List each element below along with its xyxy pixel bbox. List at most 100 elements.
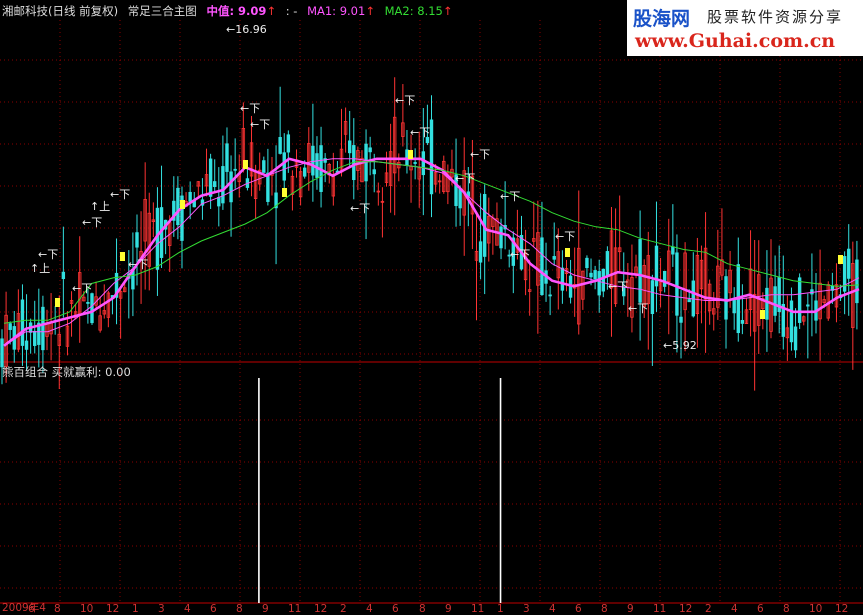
x-tick-label: 4 [549, 603, 556, 615]
candle-body [90, 293, 94, 324]
x-tick-label: 3 [523, 603, 530, 615]
highlight-marker [243, 160, 248, 169]
logo-slogan: 股票软件资源分享 [707, 8, 844, 26]
logo-url: www.Guhai.com.cn [635, 30, 836, 52]
candle-body [540, 237, 544, 296]
candle-body [24, 340, 29, 350]
candle-body [315, 153, 319, 178]
x-tick-label: 8 [601, 603, 608, 615]
candle-body [229, 171, 233, 203]
logo-name: 股海网 [633, 8, 691, 30]
candle-body [266, 172, 270, 202]
candle-body [732, 298, 736, 314]
sub-header: 熊百组合 买就赢利: 0.00 [2, 365, 131, 379]
candle-body [33, 330, 37, 346]
candle-body [806, 304, 810, 307]
x-tick-label: 6 [28, 603, 35, 615]
candle-body [429, 119, 434, 195]
stock-title: 湘邮科技(日线 前复权) [2, 4, 119, 18]
candle-body [61, 271, 66, 280]
logo: 股海网 股票软件资源分享 www.Guhai.com.cn [627, 0, 863, 56]
signal-label: ←下 [455, 172, 475, 185]
x-tick-label: 9 [262, 603, 269, 615]
signal-label: ←下 [110, 188, 130, 201]
signal-label: ←下 [128, 258, 148, 271]
signal-label: ←下 [240, 102, 260, 115]
candle-body [548, 294, 552, 297]
candle-body [347, 140, 352, 154]
signal-label: ←下 [410, 126, 430, 139]
candle-body [855, 259, 859, 304]
candle-body [593, 270, 597, 280]
candle-body [20, 299, 25, 346]
candle-body [282, 152, 286, 181]
signal-up-label: ↑上 [30, 262, 50, 275]
ma1-value: MA1: 9.01↑ [307, 4, 375, 18]
candle-body [221, 166, 225, 204]
x-tick-label: 8 [236, 603, 243, 615]
signal-label: ←下 [38, 248, 58, 261]
candle-body [135, 232, 139, 248]
candle-body [605, 251, 610, 277]
x-tick-label: 11 [288, 603, 302, 615]
candle-body [0, 338, 4, 368]
candle-body [560, 267, 565, 291]
candle-body [797, 277, 802, 323]
signal-label: ←下 [510, 248, 530, 261]
signal-label: ←下 [628, 302, 648, 315]
candle-body [311, 145, 315, 176]
signal-label: ←下 [250, 118, 270, 131]
x-tick-label: 4 [184, 603, 191, 615]
candle-body [213, 181, 217, 187]
signal-label: ←下 [608, 280, 628, 293]
mid-value: 中值: 9.09↑ [206, 4, 277, 18]
signal-marks: ←下←下←下←下←下←下←下←下←下←下←下←下←下←下←下←下←下↑上↑上←1… [30, 23, 843, 352]
x-tick-label: 2 [340, 603, 347, 615]
separator: : - [285, 4, 298, 18]
x-tick-label: 12 [314, 603, 328, 615]
x-tick-label: 4 [366, 603, 373, 615]
highlight-marker [55, 298, 60, 307]
candles [0, 77, 859, 391]
candle-body [413, 162, 417, 164]
signal-label: ←下 [82, 216, 102, 229]
candle-body [262, 160, 266, 173]
x-tick-label: 10 [809, 603, 823, 615]
candle-body [233, 168, 237, 171]
candle-body [671, 246, 675, 255]
candle-body [458, 188, 462, 209]
candle-body [478, 241, 483, 263]
candle-body [405, 149, 409, 166]
candle-body [286, 134, 291, 153]
candle-body [225, 143, 229, 172]
signal-label: ←下 [395, 94, 415, 107]
x-tick-label: 1 [132, 603, 139, 615]
candle-body [176, 187, 180, 226]
sub-bars [258, 378, 502, 603]
candle-body [793, 326, 798, 351]
candle-body [847, 248, 851, 279]
highlight-marker [838, 255, 843, 264]
candle-body [601, 268, 605, 292]
candle-body [208, 158, 213, 197]
high-label: ←16.96 [226, 23, 267, 36]
signal-label: ←下 [555, 230, 575, 243]
x-tick-label: 11 [471, 603, 485, 615]
signal-up-label: ↑上 [90, 200, 110, 213]
x-tick-label: 2 [705, 603, 712, 615]
highlight-marker [760, 310, 765, 319]
candle-body [278, 137, 282, 154]
x-tick-label: 11 [653, 603, 667, 615]
candle-body [372, 169, 376, 175]
candle-body [650, 280, 655, 315]
highlight-marker [408, 150, 413, 159]
candle-body [499, 226, 503, 249]
x-tick-label: 3 [158, 603, 165, 615]
x-tick-label: 6 [575, 603, 582, 615]
signal-label: ←下 [500, 190, 520, 203]
x-tick-label: 12 [835, 603, 849, 615]
candle-body [368, 147, 372, 153]
x-tick-label: 6 [757, 603, 764, 615]
candle-body [41, 306, 45, 351]
x-tick-label: 4 [731, 603, 738, 615]
